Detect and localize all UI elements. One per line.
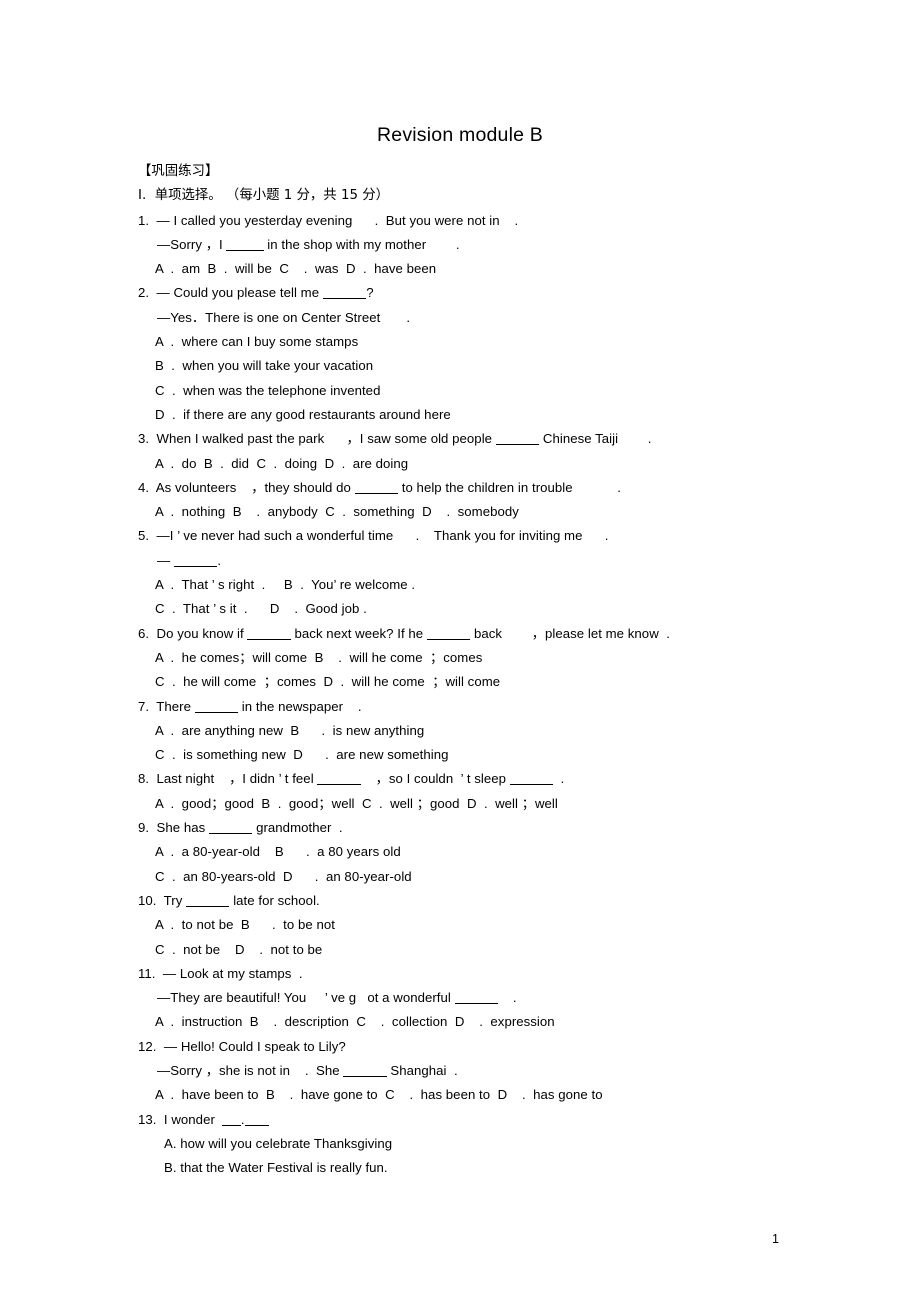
section-instruction: I. 单项选择。 （每小题 1 分，共 15 分） bbox=[138, 188, 390, 204]
question-stem: 9. She has grandmother . bbox=[138, 820, 343, 836]
question-item: 8. Last night ，I didn ’ t feel ，so I cou… bbox=[138, 767, 838, 816]
document-page: Revision module B 【巩固练习】 I. 单项选择。 （每小题 1… bbox=[0, 0, 920, 1303]
answer-option: A . a 80-year-old B . a 80 years old bbox=[155, 844, 401, 860]
question-item: 11. — Look at my stamps . —They are beaut… bbox=[138, 962, 838, 1035]
answer-option: A . instruction B . description C . coll… bbox=[155, 1014, 555, 1030]
question-stem: 5. —I ’ ve never had such a wonderful ti… bbox=[138, 528, 609, 544]
answer-option: C . is something new D . are new somethi… bbox=[155, 747, 449, 763]
question-subline: —Yes．There is one on Center Street . bbox=[157, 309, 411, 325]
answer-option: C . not be D . not to be bbox=[155, 941, 323, 957]
answer-blank bbox=[244, 1113, 270, 1126]
answer-option: A . he comes；will come B . will he come … bbox=[155, 649, 483, 665]
question-stem: 8. Last night ，I didn ’ t feel ，so I cou… bbox=[138, 771, 565, 787]
question-item: 3. When I walked past the park ，I saw so… bbox=[138, 427, 838, 476]
question-subline: —Sorry ，I in the shop with my mother . bbox=[157, 236, 460, 252]
question-stem: 12. — Hello! Could I speak to Lily? bbox=[138, 1038, 346, 1054]
answer-blank bbox=[226, 238, 264, 251]
answer-blank bbox=[222, 1113, 241, 1126]
answer-blank bbox=[495, 432, 540, 446]
answer-blank bbox=[194, 700, 239, 713]
answer-option: A . have been to B . have gone to C . ha… bbox=[155, 1087, 603, 1103]
question-item: 9. She has grandmother . A . a 80-year-ol… bbox=[138, 816, 838, 889]
page-title: Revision module B bbox=[377, 124, 543, 146]
answer-option: C . That ’ s it . D . Good job . bbox=[155, 601, 367, 617]
answer-blank bbox=[208, 821, 253, 835]
answer-blank bbox=[426, 627, 471, 640]
answer-option: A . to not be B . to be not bbox=[155, 917, 335, 933]
section-header: 【巩固练习】 bbox=[138, 164, 219, 179]
answer-option: B. that the Water Festival is really fun… bbox=[164, 1160, 388, 1176]
question-stem: 3. When I walked past the park ，I saw so… bbox=[138, 431, 652, 447]
question-item: 12. — Hello! Could I speak to Lily? —Sorr… bbox=[138, 1035, 838, 1108]
answer-option: A . good；good B . good；well C . well ；go… bbox=[155, 795, 558, 811]
question-stem: 1. — I called you yesterday evening . Bu… bbox=[138, 212, 519, 228]
answer-option: A . That ’ s right . B . You’ re welcome… bbox=[155, 577, 416, 593]
question-item: 2. — Could you please tell me ? —Yes．Ther… bbox=[138, 281, 838, 427]
answer-option: A . do B . did C . doing D . are doing bbox=[155, 455, 409, 471]
question-item: 13. I wonder . A. how will you celebrate … bbox=[138, 1108, 838, 1181]
answer-blank bbox=[322, 286, 367, 300]
question-stem: 10. Try late for school. bbox=[138, 892, 320, 908]
question-stem: 4. As volunteers ，they should do to help… bbox=[138, 479, 621, 495]
question-subline: —Sorry ，she is not in . She Shanghai . bbox=[157, 1062, 458, 1078]
question-item: 5. —I ’ ve never had such a wonderful ti… bbox=[138, 524, 838, 621]
answer-option: B . when you will take your vacation bbox=[155, 358, 374, 374]
answer-blank bbox=[354, 481, 399, 494]
answer-option: A . where can I buy some stamps bbox=[155, 334, 359, 350]
question-stem: 6. Do you know if back next week? If he … bbox=[138, 625, 670, 641]
answer-option: A . am B . will be C . was D . have been bbox=[155, 261, 437, 277]
answer-option: C . he will come ；comes D . will he come… bbox=[155, 674, 501, 690]
question-item: 4. As volunteers ，they should do to help… bbox=[138, 476, 838, 525]
question-stem: 13. I wonder . bbox=[138, 1108, 838, 1132]
question-subline: — . bbox=[157, 552, 222, 568]
answer-blank bbox=[317, 772, 361, 786]
answer-blank bbox=[173, 554, 218, 567]
answer-option: A . nothing B . anybody C . something D … bbox=[155, 504, 519, 520]
answer-option: A. how will you celebrate Thanksgiving bbox=[164, 1135, 393, 1151]
question-stem: 11. — Look at my stamps . bbox=[138, 965, 303, 981]
question-item: 10. Try late for school. A . to not be B … bbox=[138, 889, 838, 962]
question-stem: 7. There in the newspaper . bbox=[138, 698, 362, 714]
answer-option: C . when was the telephone invented bbox=[155, 382, 381, 398]
answer-option: D . if there are any good restaurants ar… bbox=[155, 406, 451, 422]
page-number: 1 bbox=[772, 1232, 779, 1246]
answer-blank bbox=[186, 894, 230, 907]
question-list: 1. — I called you yesterday evening . Bu… bbox=[138, 209, 838, 1181]
question-stem: 2. — Could you please tell me ? bbox=[138, 285, 374, 301]
question-item: 7. There in the newspaper . A . are anyth… bbox=[138, 695, 838, 768]
answer-option: A . are anything new B . is new anything bbox=[155, 722, 425, 738]
answer-option: C . an 80-years-old D . an 80-year-old bbox=[155, 868, 412, 884]
answer-blank bbox=[509, 772, 554, 786]
answer-blank bbox=[454, 991, 498, 1005]
exercise-body: 【巩固练习】 I. 单项选择。 （每小题 1 分，共 15 分） 1. — I … bbox=[138, 160, 838, 1180]
question-item: 6. Do you know if back next week? If he … bbox=[138, 622, 838, 695]
answer-blank bbox=[343, 1064, 387, 1077]
answer-blank bbox=[247, 627, 291, 640]
question-subline: —They are beautiful! You ’ ve g ot a won… bbox=[157, 990, 517, 1006]
question-item: 1. — I called you yesterday evening . Bu… bbox=[138, 209, 838, 282]
